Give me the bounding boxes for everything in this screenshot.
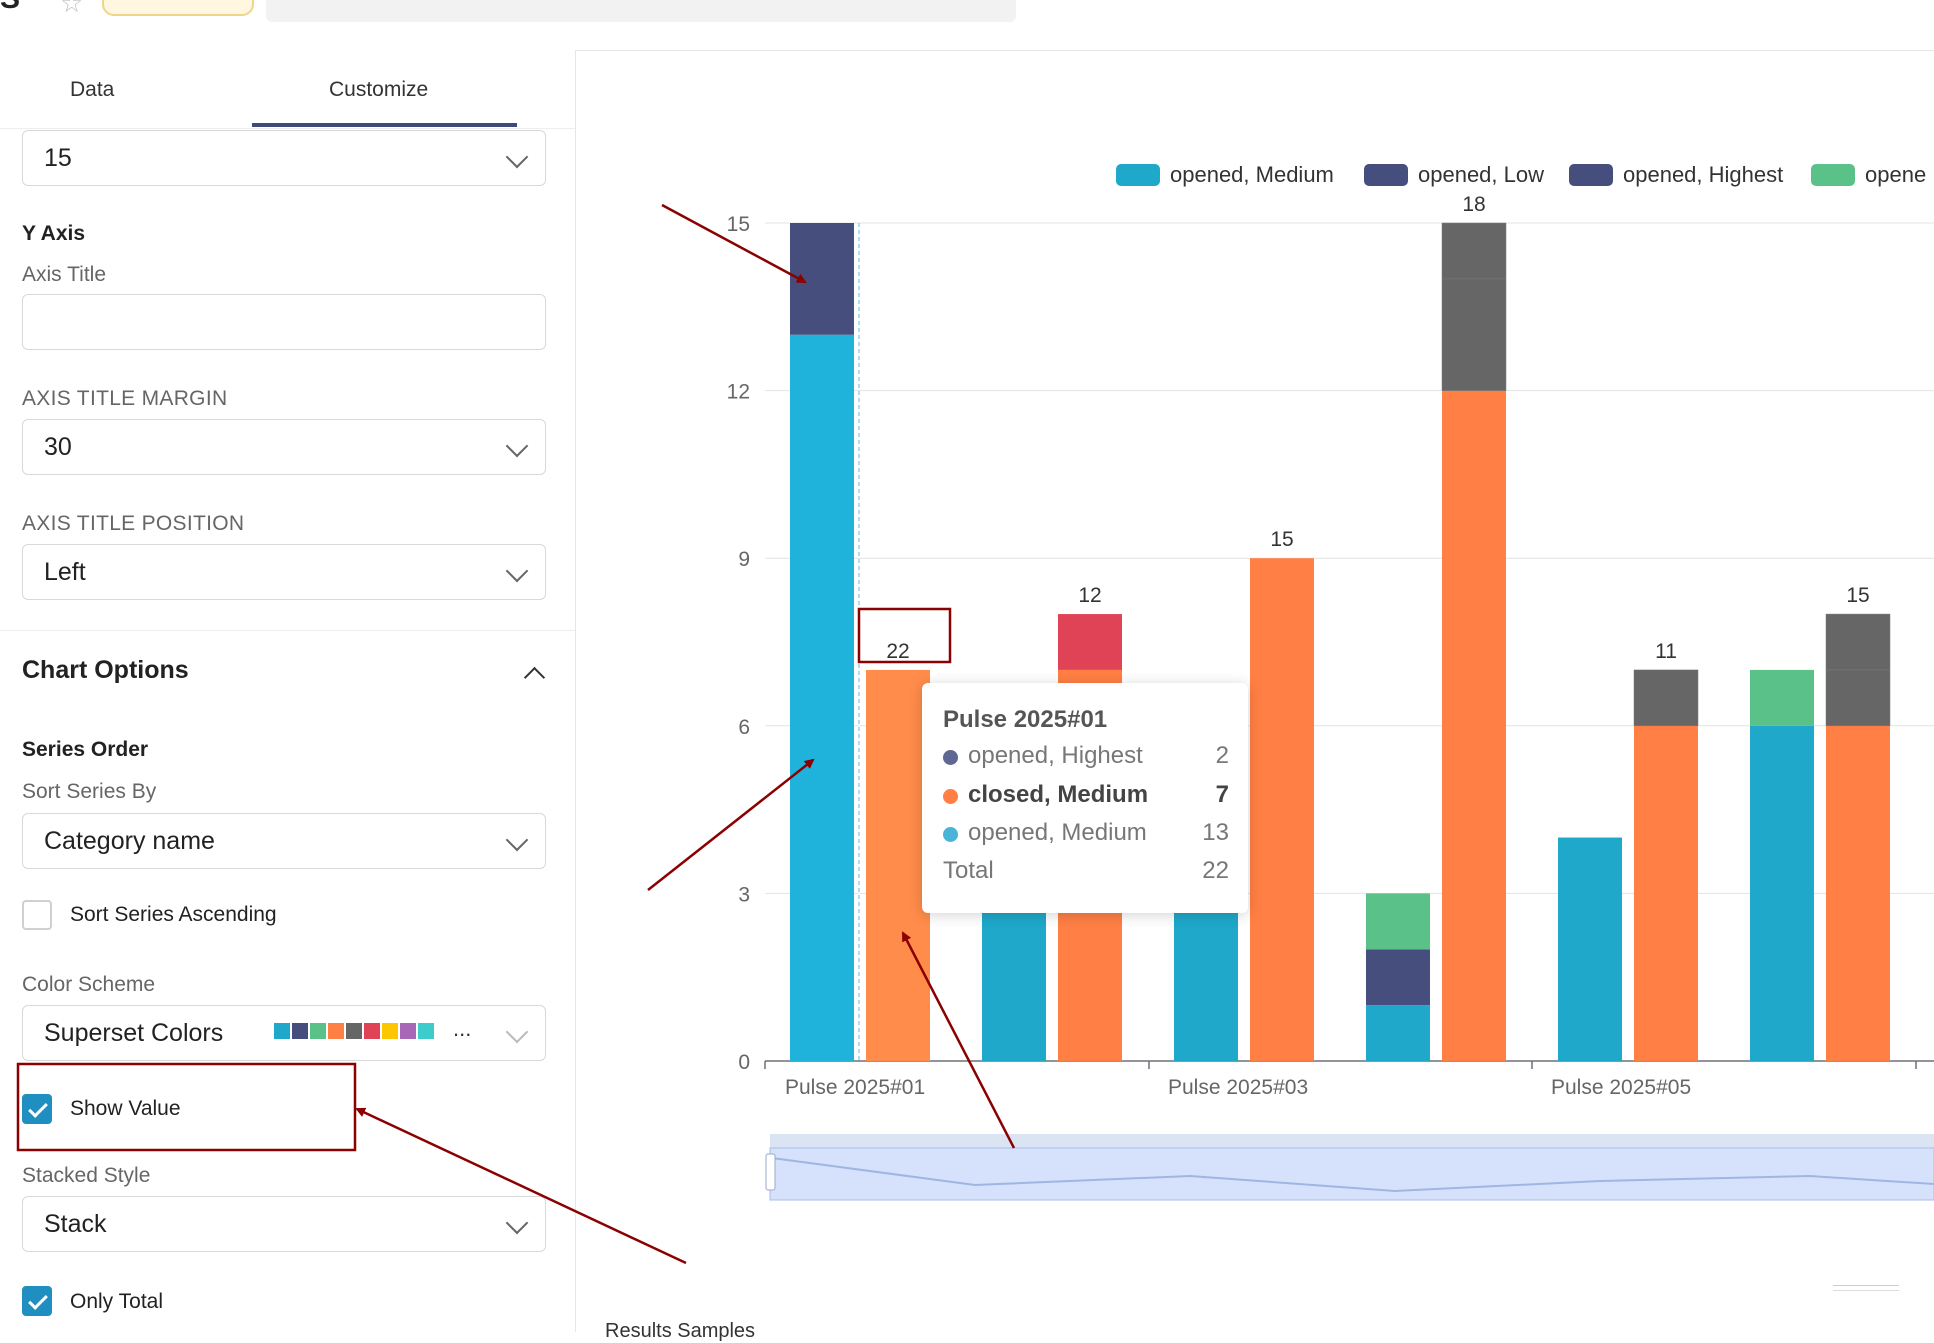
legend-label: opened, Highest: [1623, 162, 1784, 187]
bar-segment[interactable]: [1825, 613, 1891, 671]
y-tick-label: 6: [738, 716, 750, 739]
bar-segment[interactable]: [1250, 558, 1314, 1061]
bar-segment[interactable]: [1442, 390, 1506, 1062]
total-value-label: 15: [1846, 584, 1869, 607]
tooltip-series-name: closed, Medium: [968, 781, 1149, 808]
chart-bars: [790, 222, 1891, 1062]
total-value-label: 22: [886, 640, 909, 663]
zoom-slider-track[interactable]: [770, 1134, 1934, 1148]
y-tick-label: 9: [738, 548, 750, 571]
zoom-slider-window[interactable]: [769, 1147, 1934, 1201]
bar-segment[interactable]: [1750, 725, 1814, 1061]
tooltip-total-row: Total 22: [943, 855, 1229, 889]
tooltip-row-highlighted: closed, Medium 7: [943, 779, 1229, 813]
bar-segment[interactable]: [1750, 669, 1814, 726]
bar-segment[interactable]: [1558, 837, 1622, 1061]
bar-segment[interactable]: [1634, 725, 1698, 1061]
legend-swatch: [1364, 164, 1408, 186]
bar-segment[interactable]: [1441, 278, 1507, 391]
bar-segment[interactable]: [1825, 669, 1891, 727]
bar-segment[interactable]: [1366, 893, 1430, 950]
total-value-label: 15: [1270, 528, 1293, 551]
tooltip-total-value: 22: [1202, 857, 1229, 884]
x-tick-label: Pulse 2025#01: [785, 1076, 925, 1099]
legend-swatch: [1569, 164, 1613, 186]
tooltip-row: opened, Medium 13: [943, 817, 1229, 851]
series-dot-icon: [943, 789, 958, 804]
y-tick-label: 12: [727, 381, 750, 404]
stacked-bar-chart: 0 3 6 9 12 15 Pulse 2025#01 Pulse 2025#03 Pulse …: [727, 193, 1934, 1201]
bar-segment[interactable]: [1174, 893, 1238, 1061]
tooltip-series-value: 7: [1215, 781, 1229, 808]
legend-swatch: [1116, 164, 1160, 186]
total-value-label: 12: [1078, 584, 1101, 607]
series-dot-icon: [943, 827, 958, 842]
tooltip-series-value: 13: [1202, 819, 1229, 846]
bar-segment[interactable]: [1058, 614, 1122, 670]
y-tick-label: 15: [727, 213, 750, 236]
total-value-label: 11: [1655, 640, 1677, 663]
bar-segment[interactable]: [1633, 669, 1699, 727]
x-tick-label: Pulse 2025#05: [1551, 1076, 1691, 1099]
tooltip-row: opened, Highest 2: [943, 740, 1229, 774]
bar-segment[interactable]: [1366, 949, 1430, 1006]
bar-segment[interactable]: [790, 334, 854, 1061]
resize-grip[interactable]: [1833, 1285, 1899, 1286]
bar-segment[interactable]: [982, 893, 1046, 1061]
bar-segment[interactable]: [866, 669, 930, 1061]
total-value-label: 18: [1462, 193, 1485, 216]
resize-grip-line: [1833, 1290, 1899, 1291]
legend-label: opened, Medium: [1170, 162, 1334, 187]
chart-labels: 22 12 15 18 11 15: [886, 193, 1869, 663]
tooltip-series-name: opened, Medium: [968, 819, 1147, 846]
bar-segment[interactable]: [1826, 725, 1890, 1061]
bar-segment[interactable]: [790, 223, 854, 335]
y-tick-label: 0: [738, 1051, 750, 1074]
tooltip-series-name: opened, Highest: [968, 742, 1143, 769]
y-tick-label: 3: [738, 883, 750, 906]
zoom-slider-handle[interactable]: [765, 1153, 776, 1191]
tooltip-total-label: Total: [943, 857, 994, 884]
series-dot-icon: [943, 750, 958, 765]
bar-segment[interactable]: [1441, 222, 1507, 280]
legend-label: opene: [1865, 162, 1927, 187]
bar-segment[interactable]: [1366, 1005, 1430, 1061]
x-tick-label: Pulse 2025#03: [1168, 1076, 1308, 1099]
legend-swatch: [1811, 164, 1855, 186]
chart-tooltip: Pulse 2025#01 opened, Highest 2 closed, …: [922, 683, 1248, 913]
tooltip-series-value: 2: [1215, 742, 1229, 769]
tooltip-title: Pulse 2025#01: [943, 706, 1108, 733]
legend-label: opened, Low: [1418, 162, 1544, 187]
